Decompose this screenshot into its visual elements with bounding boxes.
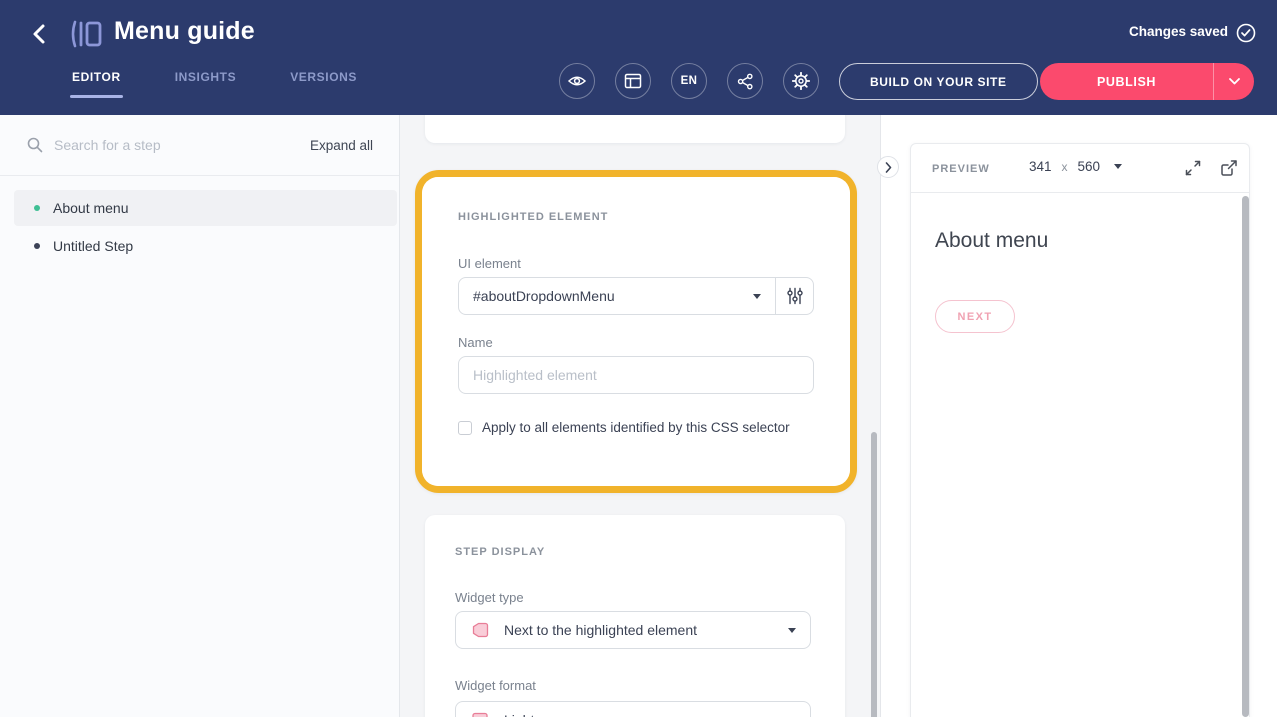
step-list: About menu Untitled Step: [0, 190, 399, 266]
page-title: Menu guide: [114, 17, 255, 46]
expand-all-link[interactable]: Expand all: [310, 138, 373, 153]
ui-element-select-group: #aboutDropdownMenu: [458, 277, 814, 315]
preview-region: PREVIEW 341 x 560: [881, 115, 1277, 717]
section-title-step-display: STEP DISPLAY: [455, 546, 545, 558]
preview-expand-button[interactable]: [1183, 158, 1203, 178]
search-icon: [26, 136, 44, 154]
preview-eye-button[interactable]: [559, 63, 595, 99]
chevron-left-icon: [32, 23, 46, 45]
preview-header: PREVIEW 341 x 560: [911, 144, 1249, 193]
preview-height: 560: [1078, 159, 1101, 174]
tab-versions[interactable]: VERSIONS: [290, 70, 357, 98]
step-status-dot: [34, 205, 40, 211]
eye-icon: [567, 73, 587, 89]
previous-settings-card: [425, 115, 845, 143]
collapse-preview-button[interactable]: [877, 156, 899, 178]
share-button[interactable]: [727, 63, 763, 99]
preview-content: About menu NEXT: [911, 193, 1249, 717]
name-label: Name: [458, 335, 493, 350]
chevron-right-icon: [885, 162, 892, 173]
preview-step-title: About menu: [935, 229, 1048, 253]
step-settings-panel: HIGHLIGHTED ELEMENT UI element #aboutDro…: [400, 115, 881, 717]
widget-type-select[interactable]: Next to the highlighted element: [455, 611, 811, 649]
search-step-input[interactable]: [54, 137, 310, 153]
widget-type-value: Next to the highlighted element: [504, 622, 788, 638]
tooltip-widget-icon: [470, 710, 490, 717]
step-label: About menu: [53, 200, 129, 216]
preview-scrollbar[interactable]: [1242, 196, 1249, 717]
publish-dropdown-button[interactable]: [1214, 63, 1254, 100]
flow-logo-icon: [68, 18, 104, 50]
publish-button[interactable]: PUBLISH: [1040, 63, 1213, 100]
ui-element-value: #aboutDropdownMenu: [473, 288, 753, 304]
highlighted-element-card-inner: HIGHLIGHTED ELEMENT UI element #aboutDro…: [422, 177, 850, 486]
step-status-dot: [34, 243, 40, 249]
resize-diagonal-icon: [1183, 158, 1203, 178]
widget-format-select[interactable]: Light: [455, 701, 811, 717]
tooltip-widget-icon: [470, 620, 490, 640]
external-link-icon: [1219, 158, 1239, 178]
gear-icon: [792, 72, 810, 90]
chevron-down-icon: [1229, 78, 1240, 85]
widget-format-value: Light: [504, 712, 788, 717]
check-circle-icon: [1235, 22, 1257, 44]
tab-editor[interactable]: EDITOR: [72, 70, 121, 98]
widget-format-label: Widget format: [455, 678, 536, 693]
step-label: Untitled Step: [53, 238, 133, 254]
preview-next-button[interactable]: NEXT: [935, 300, 1015, 333]
step-item-untitled-step[interactable]: Untitled Step: [14, 228, 397, 264]
ui-element-select[interactable]: #aboutDropdownMenu: [459, 278, 775, 314]
layout-panel-icon: [624, 73, 642, 89]
element-settings-button[interactable]: [775, 278, 813, 314]
steps-sidebar: Expand all About menu Untitled Step: [0, 115, 400, 717]
step-display-card: STEP DISPLAY Widget type Next to the hig…: [425, 515, 845, 717]
build-on-your-site-button[interactable]: BUILD ON YOUR SITE: [839, 63, 1038, 100]
editor-tabs: EDITOR INSIGHTS VERSIONS: [72, 70, 357, 98]
top-navbar: Menu guide Changes saved EDITOR INSIGHTS…: [0, 0, 1277, 115]
name-input[interactable]: [458, 356, 814, 394]
publish-split-button: PUBLISH: [1040, 63, 1254, 100]
apply-all-checkbox-label: Apply to all elements identified by this…: [482, 420, 790, 435]
layout-button[interactable]: [615, 63, 651, 99]
step-search-row: Expand all: [0, 115, 399, 176]
preview-title: PREVIEW: [932, 163, 990, 175]
apply-all-checkbox-row: Apply to all elements identified by this…: [458, 420, 790, 435]
section-title-highlighted-element: HIGHLIGHTED ELEMENT: [458, 211, 608, 223]
changes-saved-status: Changes saved: [1129, 24, 1228, 39]
open-in-new-tab-button[interactable]: [1219, 158, 1239, 178]
language-label: EN: [681, 75, 698, 87]
caret-down-icon: [788, 628, 796, 633]
preview-dimensions-select[interactable]: 341 x 560: [1029, 159, 1122, 174]
settings-scrollbar[interactable]: [871, 432, 877, 717]
widget-type-label: Widget type: [455, 590, 524, 605]
ui-element-label: UI element: [458, 256, 521, 271]
language-button[interactable]: EN: [671, 63, 707, 99]
apply-all-checkbox[interactable]: [458, 421, 472, 435]
tab-insights[interactable]: INSIGHTS: [175, 70, 236, 98]
step-item-about-menu[interactable]: About menu: [14, 190, 397, 226]
app-window: Menu guide Changes saved EDITOR INSIGHTS…: [0, 0, 1277, 717]
settings-button[interactable]: [783, 63, 819, 99]
dimension-separator: x: [1062, 160, 1068, 174]
sliders-icon: [785, 286, 805, 306]
caret-down-icon: [1114, 164, 1122, 169]
preview-card: PREVIEW 341 x 560: [910, 143, 1250, 717]
back-button[interactable]: [26, 20, 52, 48]
share-icon: [737, 73, 754, 90]
preview-width: 341: [1029, 159, 1052, 174]
caret-down-icon: [753, 294, 761, 299]
highlighted-element-card: HIGHLIGHTED ELEMENT UI element #aboutDro…: [415, 170, 857, 493]
